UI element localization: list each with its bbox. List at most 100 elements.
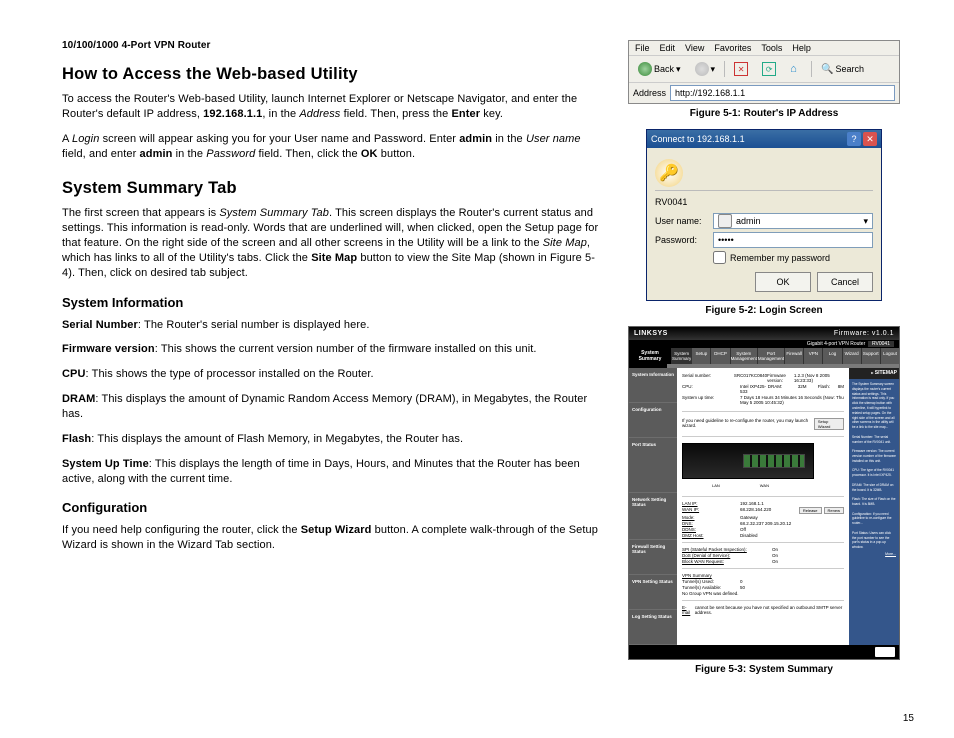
stop-icon: ✕ [734,62,748,76]
dram-line: DRAM: This displays the amount of Dynami… [62,392,604,422]
tab-system-summary[interactable]: System Summary [671,348,691,364]
text: : This shows the type of processor insta… [86,368,374,380]
k[interactable]: WAN IP: [682,507,740,514]
close-button[interactable]: ✕ [863,132,877,146]
section-summary-title: System Summary Tab [62,179,604,198]
tab-logout[interactable]: Logout [880,348,899,364]
k[interactable]: LAN IP: [682,501,740,506]
forward-button[interactable]: ▾ [690,60,721,78]
text: button. [378,148,416,160]
label-firewall: Firewall Setting Status [629,540,677,575]
tab-support[interactable]: Support [861,348,880,364]
fw-label: Firmware version [62,343,155,355]
access-p1: To access the Router's Web-based Utility… [62,92,604,122]
tab-system-mgmt[interactable]: System Management [730,348,757,364]
k: No Group VPN was defined. [682,591,782,596]
cisco-logo [875,647,895,657]
tab-log[interactable]: Log [822,348,841,364]
sst-word: System Summary Tab [219,207,329,219]
text: A [62,133,72,145]
refresh-icon: ⟳ [762,62,776,76]
home-icon: ⌂ [790,63,802,75]
password-value: ••••• [718,235,734,245]
k[interactable]: DNS: [682,521,740,526]
figure-5-2: Connect to 192.168.1.1 ?✕ 🔑 RV0041 User … [628,129,900,316]
renew-button[interactable]: Renew [824,507,844,514]
help-button[interactable]: ? [847,132,861,146]
username-word: User name [526,133,581,145]
dram-label: DRAM [62,393,95,405]
back-button[interactable]: Back ▾ [633,60,686,78]
more-link[interactable]: More... [852,552,896,557]
sitemap-title[interactable]: SITEMAP [875,370,897,376]
address-input[interactable] [670,85,895,101]
text: : This displays the amount of Flash Memo… [91,433,463,445]
v: 0 [740,579,844,584]
uptime-label: System Up Time [62,458,149,470]
v: On [772,547,844,552]
password-input[interactable]: ••••• [713,232,873,248]
config-p: If you need help configuring the router,… [62,523,604,553]
tab-setup[interactable]: Setup [691,348,710,364]
tab-firewall[interactable]: Firewall [784,348,803,364]
back-label: Back [654,64,674,74]
k[interactable]: SPI (Stateful Packet Inspection): [682,547,772,552]
tab-port-mgmt[interactable]: Port Management [757,348,784,364]
toolbar: Back ▾ ▾ ✕ ⟳ ⌂ 🔍Search [629,56,899,83]
k[interactable]: Mode: [682,515,740,520]
ok-button[interactable]: OK [755,272,811,292]
tab-wizard[interactable]: Wizard [842,348,861,364]
login-word: Login [72,133,99,145]
email-link[interactable]: E-mail [682,605,693,615]
k[interactable]: DDNS: [682,527,740,532]
k[interactable]: DoS (Denial of Service): [682,553,772,558]
tab-vpn[interactable]: VPN [803,348,822,364]
v: 68.2.32.237 209.15.20.12 [740,521,844,526]
address-field-word: Address [299,108,340,120]
v: 7 Days 18 Hours 34 Minutes 16 Seconds (N… [740,395,844,405]
stop-button[interactable]: ✕ [729,60,753,78]
footer [629,645,899,659]
v: Gateway [740,515,844,520]
firmware-label: Firmware: v1.0.1 [834,330,894,337]
login-title-text: Connect to 192.168.1.1 [651,134,745,144]
release-button[interactable]: Release [799,507,822,514]
k[interactable]: VPN Summary [682,573,740,578]
refresh-button[interactable]: ⟳ [757,60,781,78]
menu-help[interactable]: Help [792,43,811,53]
search-button[interactable]: 🔍Search [816,62,869,77]
section-access-title: How to Access the Web-based Utility [62,65,604,84]
separator [811,61,812,77]
page-number: 15 [903,713,914,724]
cpu-line: CPU: This shows the type of processor in… [62,367,604,382]
menu-view[interactable]: View [685,43,704,53]
v: 8M [838,384,844,394]
content-area: Serial number:SRC017KC0840Firmware versi… [677,368,849,645]
menu-bar: File Edit View Favorites Tools Help [629,41,899,56]
password-label: Password: [655,235,713,245]
menu-tools[interactable]: Tools [761,43,782,53]
text: , in the [262,108,299,120]
text: field, and enter [62,148,140,160]
k: Flash: [818,384,838,394]
brand-logo: LINKSYS [634,330,668,337]
model-name: Gigabit 4-port VPN Router [807,341,865,347]
home-button[interactable]: ⌂ [785,61,807,77]
main-tabs: System Summary System Summary Setup DHCP… [629,348,899,364]
menu-file[interactable]: File [635,43,650,53]
cancel-button[interactable]: Cancel [817,272,873,292]
menu-favorites[interactable]: Favorites [714,43,751,53]
remember-checkbox[interactable] [713,251,726,264]
k[interactable]: DMZ Host: [682,533,740,538]
chevron-down-icon: ▾ [863,216,868,227]
sitemap-ital: Site Map [543,237,587,249]
menu-edit[interactable]: Edit [660,43,676,53]
text: key. [480,108,503,120]
setup-wizard-button[interactable]: Setup Wizard [814,418,844,430]
tab-dhcp[interactable]: DHCP [710,348,729,364]
user-icon [718,214,732,228]
admin-word: admin [459,133,492,145]
login-titlebar: Connect to 192.168.1.1 ?✕ [647,130,881,148]
k[interactable]: Block WAN Request: [682,559,772,564]
username-input[interactable]: admin▾ [713,213,873,229]
